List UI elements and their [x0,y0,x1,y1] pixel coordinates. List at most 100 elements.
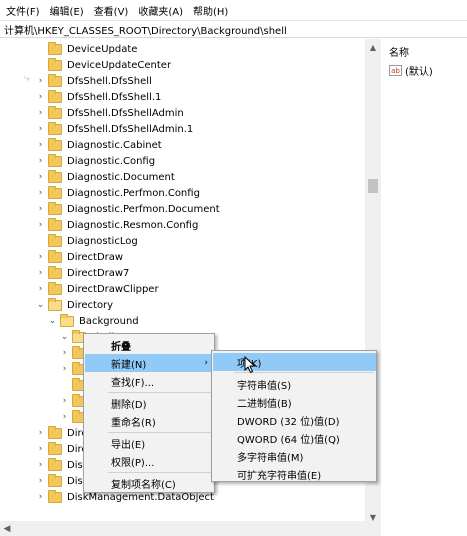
chevron-right-icon[interactable]: › [36,425,45,441]
scroll-up-icon[interactable]: ▲ [365,39,381,55]
tree-node[interactable]: › DirectDraw [36,249,123,265]
name-column-header[interactable]: 名称 [389,44,409,59]
tree-node[interactable]: › Diagnostic.Config [36,153,155,169]
chevron-right-icon[interactable]: › [36,137,45,153]
chevron-down-icon[interactable]: ⌄ [36,297,45,313]
tree-node[interactable]: › Disk [36,457,88,473]
folder-icon [48,473,62,487]
folder-icon [48,425,62,439]
context-menu: 折叠 新建(N) › 查找(F)... 删除(D) 重命名(R) 导出(E) 权… [83,333,215,493]
chevron-right-icon[interactable]: › [36,457,45,473]
default-value-row[interactable]: ab (默认) [389,63,433,78]
values-pane: 名称 ab (默认) [383,39,467,536]
menu-item-rename[interactable]: 重命名(R) [85,412,214,430]
tree-node-label: Diagnostic.Perfmon.Config [67,187,200,199]
chevron-right-icon[interactable]: › [36,89,45,105]
submenu-item-key[interactable]: 项(K) [213,353,376,371]
scroll-thumb[interactable] [368,179,378,193]
tree-node[interactable]: › DfsShell.DfsShellAdmin [36,105,184,121]
folder-icon [48,233,62,247]
chevron-right-icon[interactable]: › [36,73,45,89]
submenu-arrow-icon: › [204,358,208,368]
menu-favorites[interactable]: 收藏夹(A) [138,3,183,18]
menu-item-delete[interactable]: 删除(D) [85,394,214,412]
folder-icon [48,201,62,215]
chevron-right-icon[interactable]: › [36,489,45,505]
submenu-item-multi-string-value[interactable]: 多字符串值(M) [213,447,376,465]
folder-icon [48,185,62,199]
menu-help[interactable]: 帮助(H) [193,3,228,18]
default-value-label: (默认) [405,67,433,78]
submenu-item-dword-value[interactable]: DWORD (32 位)值(D) [213,411,376,429]
tree-node-label: Diagnostic.Cabinet [67,139,162,151]
tree-node-label: DiagnosticLog [67,235,138,247]
tree-node[interactable]: › DfsShell.DfsShell.1 [36,89,161,105]
tree-node[interactable]: › DfsShell.DfsShellAdmin.1 [36,121,193,137]
chevron-right-icon[interactable]: › [36,121,45,137]
tree-node[interactable]: › DirectDraw7 [36,265,129,281]
menu-view[interactable]: 查看(V) [94,3,129,18]
chevron-right-icon[interactable]: › [36,249,45,265]
chevron-right-icon[interactable]: › [60,409,69,425]
submenu-item-qword-value[interactable]: QWORD (64 位)值(Q) [213,429,376,447]
tree-node[interactable]: › Diagnostic.Perfmon.Document [36,201,220,217]
chevron-right-icon[interactable]: › [36,185,45,201]
tree-node-label: Diagnostic.Perfmon.Document [67,203,220,215]
tree-node[interactable]: › Diagnostic.Resmon.Config [36,217,198,233]
tree-node[interactable]: DeviceUpdateCenter [36,57,171,73]
string-value-icon: ab [389,65,402,76]
folder-icon [48,265,62,279]
chevron-down-icon[interactable]: ⌄ [48,313,57,329]
folder-icon [48,153,62,167]
tree-horizontal-scrollbar[interactable]: ◀ [0,521,381,536]
folder-icon [48,105,62,119]
tree-node[interactable]: ⌄ Directory [36,297,113,313]
folder-icon [48,457,62,471]
menu-item-export[interactable]: 导出(E) [85,434,214,452]
chevron-right-icon[interactable]: › [60,393,69,409]
tree-node-label: DfsShell.DfsShell [67,75,152,87]
chevron-right-icon[interactable]: › [60,345,69,361]
tree-node[interactable]: › Diagnostic.Document [36,169,175,185]
chevron-right-icon[interactable]: › [36,441,45,457]
address-bar[interactable]: 计算机\HKEY_CLASSES_ROOT\Directory\Backgrou… [0,20,467,38]
menu-item-collapse[interactable]: 折叠 [85,336,214,354]
folder-icon [48,297,62,311]
chevron-down-icon[interactable]: ⌄ [60,329,69,345]
folder-icon [48,441,62,455]
scroll-left-icon[interactable]: ◀ [0,521,14,536]
menu-item-new[interactable]: 新建(N) › [85,354,214,372]
chevron-right-icon[interactable]: › [60,361,69,377]
tree-node-label: DfsShell.DfsShellAdmin [67,107,184,119]
menu-item-permissions[interactable]: 权限(P)... [85,452,214,470]
submenu-item-string-value[interactable]: 字符串值(S) [213,375,376,393]
tree-node[interactable]: › Diagnostic.Perfmon.Config [36,185,200,201]
chevron-right-icon[interactable]: › [36,265,45,281]
mouse-cursor-icon [244,356,256,374]
menu-item-copy-key-name[interactable]: 复制项名称(C) [85,474,214,492]
chevron-right-icon[interactable]: › [36,201,45,217]
menu-item-new-label: 新建(N) [111,359,147,371]
tree-guide-glyph: ⤷ [24,72,30,84]
chevron-right-icon[interactable]: › [36,281,45,297]
menu-edit[interactable]: 编辑(E) [50,3,84,18]
tree-node[interactable]: › Diagnostic.Cabinet [36,137,162,153]
tree-node[interactable]: › DirectDrawClipper [36,281,159,297]
tree-node-label: DeviceUpdateCenter [67,59,172,71]
chevron-right-icon[interactable]: › [36,105,45,121]
submenu-item-expandable-string-value[interactable]: 可扩充字符串值(E) [213,465,376,483]
chevron-right-icon[interactable]: › [36,169,45,185]
chevron-right-icon[interactable]: › [36,217,45,233]
chevron-right-icon[interactable]: › [36,153,45,169]
tree-node[interactable]: › DfsShell.DfsShell [36,73,152,89]
chevron-right-icon[interactable]: › [36,473,45,489]
folder-icon [48,73,62,87]
menu-file[interactable]: 文件(F) [6,3,40,18]
tree-node[interactable]: DeviceUpdate [36,41,137,57]
tree-node[interactable]: ⌄ Background [48,313,139,329]
tree-node[interactable]: DiagnosticLog [36,233,138,249]
tree-node-label: DfsShell.DfsShellAdmin.1 [67,123,194,135]
menu-separator [108,432,212,433]
submenu-item-binary-value[interactable]: 二进制值(B) [213,393,376,411]
menu-item-find[interactable]: 查找(F)... [85,372,214,390]
